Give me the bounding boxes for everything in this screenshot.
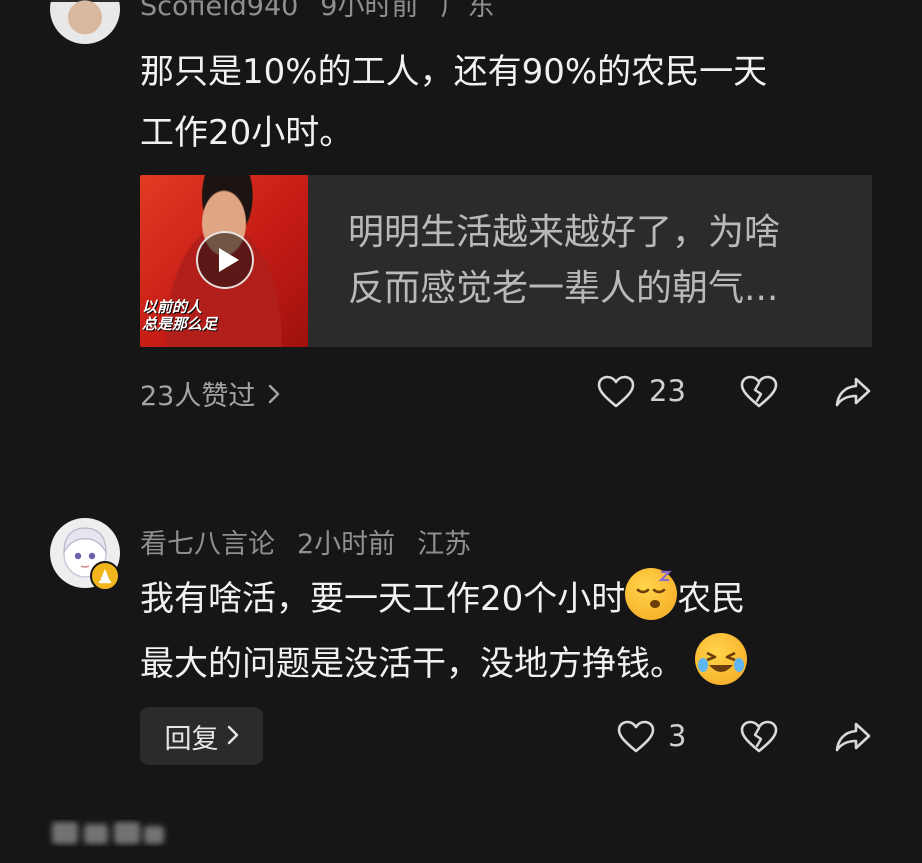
video-thumbnail[interactable]: 以前的人 总是那么足 bbox=[140, 175, 308, 347]
level-badge bbox=[90, 561, 120, 591]
like-count: 23 bbox=[649, 374, 686, 408]
rolling-laughing-emoji bbox=[694, 633, 747, 685]
username[interactable]: Scofield940 bbox=[140, 0, 298, 22]
share-arrow-icon[interactable] bbox=[834, 721, 872, 753]
comment-meta: Scofield940 9小时前 广东 bbox=[140, 0, 516, 23]
chevron-right-icon bbox=[268, 380, 280, 411]
thumbnail-caption: 以前的人 总是那么足 bbox=[142, 298, 218, 333]
link-card[interactable]: 以前的人 总是那么足 明明生活越来越好了，为啥 反而感觉老一辈人的朝气... bbox=[140, 175, 872, 347]
link-title[interactable]: 明明生活越来越好了，为啥 反而感觉老一辈人的朝气... bbox=[348, 205, 780, 317]
username[interactable]: 看七八言论 bbox=[140, 529, 275, 560]
comment-meta: 看七八言论 2小时前 江苏 bbox=[140, 522, 493, 561]
comment-location: 江苏 bbox=[417, 529, 472, 560]
comment-text-line: 那只是10%的工人，还有90%的农民一天 bbox=[140, 52, 768, 92]
comment-text-line: 最大的问题是没活干，没地方挣钱。 bbox=[140, 633, 747, 695]
avatar[interactable] bbox=[50, 0, 120, 44]
like-heart-icon[interactable] bbox=[617, 720, 655, 754]
comment-time: 9小时前 bbox=[320, 0, 419, 22]
likers-text: 23人赞过 bbox=[140, 381, 256, 412]
like-count: 3 bbox=[668, 719, 687, 753]
like-heart-icon[interactable] bbox=[597, 375, 635, 409]
comment-text-line: 我有啥活，要一天工作20个小时 农民 bbox=[140, 568, 745, 630]
chevron-right-icon bbox=[227, 721, 239, 752]
sleepy-face-emoji bbox=[625, 568, 678, 620]
reply-button[interactable]: 回复 bbox=[140, 707, 263, 765]
dislike-broken-heart-icon[interactable] bbox=[740, 375, 778, 409]
dislike-broken-heart-icon[interactable] bbox=[740, 720, 778, 754]
reply-label: 回复 bbox=[164, 723, 219, 755]
comment-text-line: 工作20小时。 bbox=[140, 113, 354, 153]
play-icon[interactable] bbox=[196, 231, 254, 289]
comment-location: 广东 bbox=[440, 0, 495, 22]
blurred-watermark bbox=[46, 812, 170, 852]
likers-link[interactable]: 23人赞过 bbox=[140, 374, 280, 413]
comment-time: 2小时前 bbox=[297, 529, 396, 560]
share-arrow-icon[interactable] bbox=[834, 376, 872, 408]
